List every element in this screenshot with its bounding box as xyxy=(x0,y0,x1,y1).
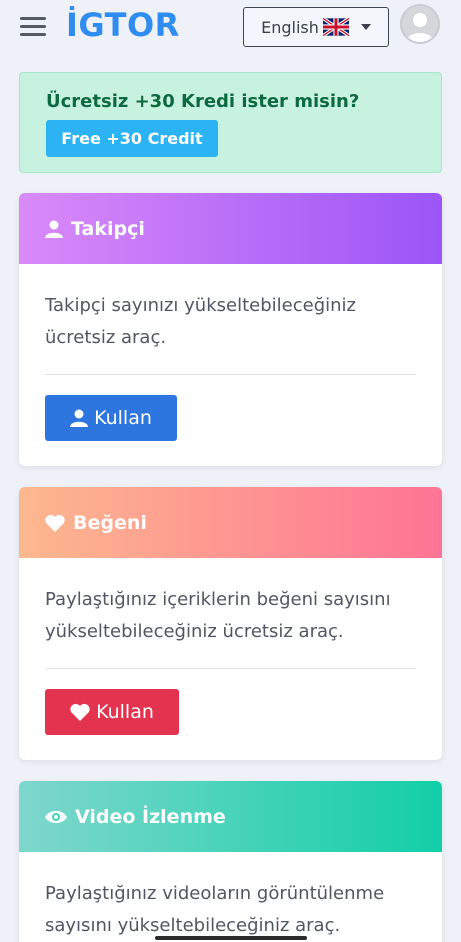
eye-icon xyxy=(45,809,67,825)
home-indicator xyxy=(155,936,307,940)
hamburger-menu-icon[interactable] xyxy=(20,17,46,37)
card-title: Video İzlenme xyxy=(75,805,226,828)
card-title: Takipçi xyxy=(71,217,145,240)
language-label: English xyxy=(261,17,319,37)
follower-use-button[interactable]: Kullan xyxy=(45,395,177,441)
uk-flag-icon xyxy=(321,16,350,38)
heart-icon xyxy=(45,514,65,532)
free-credit-button[interactable]: Free +30 Credit xyxy=(46,120,218,157)
button-label: Kullan xyxy=(94,407,152,429)
top-header: İGTOR English xyxy=(0,0,461,56)
like-use-button[interactable]: Kullan xyxy=(45,689,179,735)
divider xyxy=(45,374,416,375)
video-view-card: Video İzlenme Paylaştığınız videoların g… xyxy=(19,781,442,942)
user-icon xyxy=(70,409,89,427)
chevron-down-icon xyxy=(360,24,371,30)
card-description: Paylaştığınız videoların görüntülenme sa… xyxy=(45,883,385,936)
follower-card-header: Takipçi xyxy=(19,193,442,264)
language-selector[interactable]: English xyxy=(243,7,389,47)
card-description: Takipçi sayınızı yükseltebileceğiniz ücr… xyxy=(45,295,356,348)
like-card: Beğeni Paylaştığınız içeriklerin beğeni … xyxy=(19,487,442,760)
button-label: Kullan xyxy=(96,701,154,723)
app-logo[interactable]: İGTOR xyxy=(66,6,180,44)
card-title: Beğeni xyxy=(73,511,147,534)
promo-title: Ücretsiz +30 Kredi ister misin? xyxy=(46,91,360,112)
follower-card: Takipçi Takipçi sayınızı yükseltebileceğ… xyxy=(19,193,442,466)
card-description: Paylaştığınız içeriklerin beğeni sayısın… xyxy=(45,589,391,642)
like-card-header: Beğeni xyxy=(19,487,442,558)
free-credit-banner: Ücretsiz +30 Kredi ister misin? Free +30… xyxy=(19,72,442,173)
heart-icon xyxy=(70,703,90,721)
video-card-header: Video İzlenme xyxy=(19,781,442,852)
user-avatar-icon[interactable] xyxy=(400,4,440,44)
user-icon xyxy=(45,220,63,238)
divider xyxy=(45,668,416,669)
